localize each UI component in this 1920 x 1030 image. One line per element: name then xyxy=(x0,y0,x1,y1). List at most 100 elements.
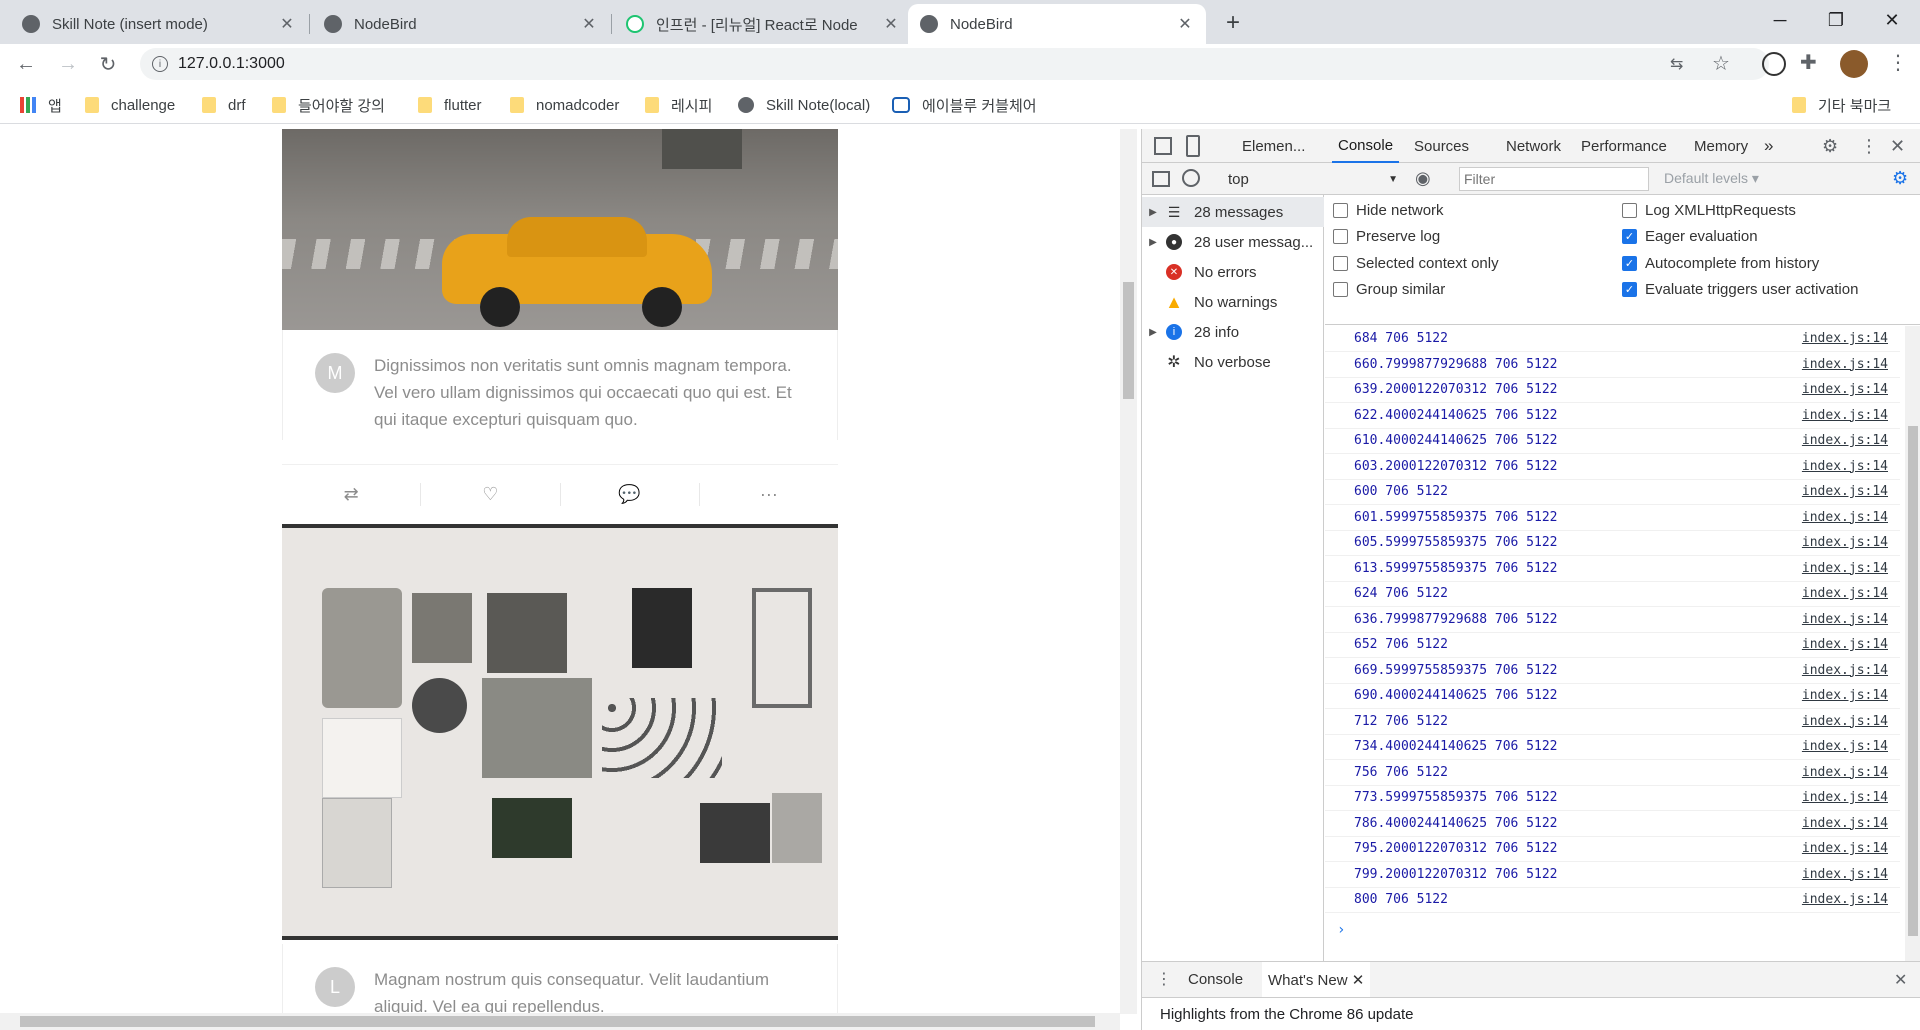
tab-network[interactable]: Network xyxy=(1506,129,1561,163)
bookmark-apps[interactable]: 앱 xyxy=(20,94,62,116)
bookmark-folder[interactable]: 레시피 xyxy=(645,94,712,116)
log-source-link[interactable]: index.js:14 xyxy=(1802,408,1888,423)
inspect-icon[interactable] xyxy=(1154,137,1172,155)
log-source-link[interactable]: index.js:14 xyxy=(1802,357,1888,372)
log-source-link[interactable]: index.js:14 xyxy=(1802,790,1888,805)
close-icon[interactable]: ✕ xyxy=(882,14,900,34)
bookmark-folder[interactable]: drf xyxy=(202,94,246,116)
post-image[interactable] xyxy=(282,129,838,330)
evaluate-triggers-checkbox[interactable]: ✓ Evaluate triggers user activation xyxy=(1622,281,1858,298)
console-prompt[interactable]: › xyxy=(1337,922,1345,938)
tab-console[interactable]: Console xyxy=(1332,129,1400,163)
context-select[interactable]: top ▼ xyxy=(1228,168,1398,190)
kebab-menu-icon[interactable]: ⋮ xyxy=(1888,50,1908,75)
close-icon[interactable]: ✕ xyxy=(1890,129,1905,163)
browser-tab-active[interactable]: NodeBird ✕ xyxy=(908,4,1206,44)
log-source-link[interactable]: index.js:14 xyxy=(1802,816,1888,831)
preserve-log-checkbox[interactable]: Preserve log xyxy=(1333,228,1440,245)
bookmark-folder[interactable]: challenge xyxy=(85,94,175,116)
log-source-link[interactable]: index.js:14 xyxy=(1802,637,1888,652)
sidebar-item-messages[interactable]: ▶ ☰ 28 messages xyxy=(1142,197,1324,227)
drawer-tab-console[interactable]: Console xyxy=(1188,971,1243,988)
bookmark-link[interactable]: Skill Note(local) xyxy=(738,94,870,116)
selected-context-checkbox[interactable]: Selected context only xyxy=(1333,255,1499,272)
back-button[interactable]: ← xyxy=(12,50,40,78)
page-vertical-scrollbar[interactable] xyxy=(1120,129,1137,1014)
log-source-link[interactable]: index.js:14 xyxy=(1802,510,1888,525)
eye-icon[interactable]: ◉ xyxy=(1415,168,1431,189)
close-window-button[interactable]: ✕ xyxy=(1864,0,1920,40)
log-source-link[interactable]: index.js:14 xyxy=(1802,433,1888,448)
extension-icon[interactable] xyxy=(1762,52,1786,76)
group-similar-checkbox[interactable]: Group similar xyxy=(1333,281,1445,298)
sidebar-item-warnings[interactable]: ▲ No warnings xyxy=(1142,287,1324,317)
kebab-menu-icon[interactable]: ⋮ xyxy=(1156,969,1172,989)
close-icon[interactable]: ✕ xyxy=(1894,970,1907,990)
browser-tab[interactable]: 인프런 - [리뉴얼] React로 Node ✕ xyxy=(614,4,912,44)
tab-memory[interactable]: Memory xyxy=(1694,129,1748,163)
translate-icon[interactable]: ⇆ xyxy=(1670,54,1683,74)
sidebar-toggle-icon[interactable] xyxy=(1152,171,1170,187)
log-source-link[interactable]: index.js:14 xyxy=(1802,382,1888,397)
log-source-link[interactable]: index.js:14 xyxy=(1802,612,1888,627)
log-source-link[interactable]: index.js:14 xyxy=(1802,535,1888,550)
console-scrollbar[interactable] xyxy=(1905,326,1920,961)
info-icon[interactable]: i xyxy=(152,56,168,72)
post-image[interactable] xyxy=(282,524,838,940)
address-bar[interactable]: i 127.0.0.1:3000 ⇆ ☆ xyxy=(140,48,1769,80)
log-levels-select[interactable]: Default levels ▾ xyxy=(1664,170,1759,187)
scrollbar-thumb[interactable] xyxy=(20,1016,1095,1027)
browser-tab[interactable]: Skill Note (insert mode) ✕ xyxy=(10,4,308,44)
retweet-button[interactable]: ⇄ xyxy=(282,483,422,506)
log-source-link[interactable]: index.js:14 xyxy=(1802,892,1888,907)
sidebar-item-info[interactable]: ▶ i 28 info xyxy=(1142,317,1324,347)
close-icon[interactable]: ✕ xyxy=(278,14,296,34)
log-source-link[interactable]: index.js:14 xyxy=(1802,867,1888,882)
page-horizontal-scrollbar[interactable] xyxy=(0,1013,1120,1030)
tab-performance[interactable]: Performance xyxy=(1581,129,1667,163)
close-icon[interactable]: ✕ xyxy=(1352,972,1365,989)
new-tab-button[interactable]: + xyxy=(1218,8,1248,38)
tab-elements[interactable]: Elemen... xyxy=(1242,129,1305,163)
close-icon[interactable]: ✕ xyxy=(580,14,598,34)
device-toolbar-icon[interactable] xyxy=(1186,135,1200,157)
sidebar-item-errors[interactable]: ✕ No errors xyxy=(1142,257,1324,287)
bookmark-link[interactable]: 에이블루 커블체어 xyxy=(892,94,1037,116)
drawer-tab-whats-new[interactable]: What's New ✕ xyxy=(1262,962,1371,997)
reload-button[interactable]: ↻ xyxy=(94,50,122,78)
log-source-link[interactable]: index.js:14 xyxy=(1802,841,1888,856)
browser-tab[interactable]: NodeBird ✕ xyxy=(312,4,610,44)
other-bookmarks[interactable]: 기타 북마크 xyxy=(1792,94,1891,116)
more-tabs-icon[interactable]: » xyxy=(1764,129,1773,163)
log-source-link[interactable]: index.js:14 xyxy=(1802,739,1888,754)
comment-button[interactable]: 💬 xyxy=(561,483,700,506)
log-source-link[interactable]: index.js:14 xyxy=(1802,765,1888,780)
puzzle-icon[interactable]: ✚ xyxy=(1800,50,1817,75)
restore-button[interactable]: ❐ xyxy=(1808,0,1864,40)
log-source-link[interactable]: index.js:14 xyxy=(1802,714,1888,729)
log-source-link[interactable]: index.js:14 xyxy=(1802,561,1888,576)
bookmark-folder[interactable]: flutter xyxy=(418,94,482,116)
star-icon[interactable]: ☆ xyxy=(1712,51,1730,76)
bookmark-folder[interactable]: 들어야할 강의 xyxy=(272,94,385,116)
avatar[interactable]: M xyxy=(315,353,355,393)
log-source-link[interactable]: index.js:14 xyxy=(1802,688,1888,703)
hide-network-checkbox[interactable]: Hide network xyxy=(1333,202,1444,219)
log-source-link[interactable]: index.js:14 xyxy=(1802,331,1888,346)
sidebar-item-user-messages[interactable]: ▶ ● 28 user messag... xyxy=(1142,227,1324,257)
avatar[interactable]: L xyxy=(315,967,355,1007)
tab-sources[interactable]: Sources xyxy=(1414,129,1469,163)
close-icon[interactable]: ✕ xyxy=(1176,14,1194,34)
gear-icon[interactable]: ⚙ xyxy=(1892,168,1908,189)
log-source-link[interactable]: index.js:14 xyxy=(1802,459,1888,474)
clear-console-icon[interactable] xyxy=(1182,169,1200,187)
log-source-link[interactable]: index.js:14 xyxy=(1802,484,1888,499)
eager-evaluation-checkbox[interactable]: ✓ Eager evaluation xyxy=(1622,228,1758,245)
sidebar-item-verbose[interactable]: ✲ No verbose xyxy=(1142,347,1324,377)
gear-icon[interactable]: ⚙ xyxy=(1822,129,1838,163)
minimize-button[interactable]: ─ xyxy=(1752,0,1808,40)
forward-button[interactable]: → xyxy=(54,50,82,78)
log-source-link[interactable]: index.js:14 xyxy=(1802,586,1888,601)
autocomplete-checkbox[interactable]: ✓ Autocomplete from history xyxy=(1622,255,1819,272)
avatar[interactable] xyxy=(1840,50,1868,78)
